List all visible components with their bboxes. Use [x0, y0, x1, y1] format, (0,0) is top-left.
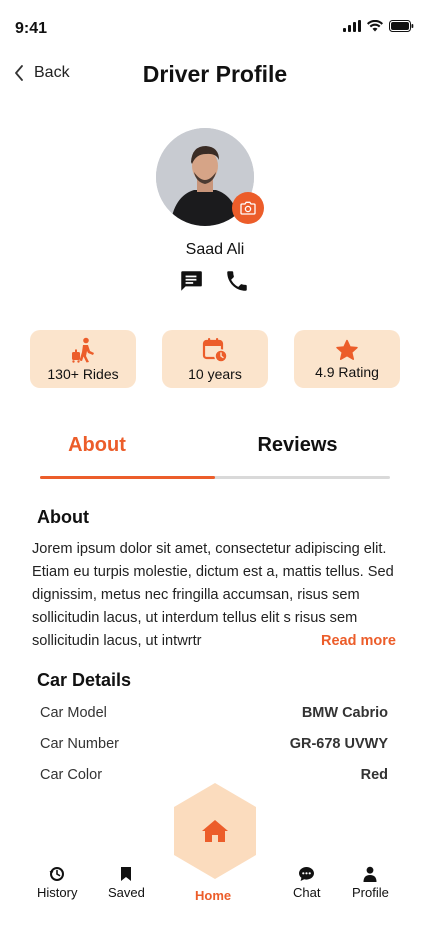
- message-icon[interactable]: [178, 268, 204, 294]
- chat-bubble-icon: [299, 867, 315, 881]
- phone-icon[interactable]: [224, 268, 250, 294]
- change-photo-button[interactable]: [232, 192, 264, 224]
- star-icon: [336, 339, 358, 360]
- car-number-value: GR-678 UVWY: [289, 736, 388, 752]
- wifi-icon: [367, 20, 383, 32]
- bottom-nav: History Saved Home Chat Profile: [0, 866, 430, 906]
- car-detail-row: Car Number GR-678 UVWY: [40, 736, 388, 752]
- history-icon: [49, 867, 65, 881]
- read-more-link[interactable]: Read more: [321, 633, 396, 649]
- stat-experience: 10 years: [162, 330, 268, 388]
- bookmark-icon: [121, 867, 132, 881]
- car-model-label: Car Model: [40, 705, 107, 721]
- nav-history-label: History: [37, 885, 78, 900]
- contact-actions: [178, 268, 250, 294]
- car-model-value: BMW Cabrio: [301, 705, 388, 721]
- stat-rides: 130+ Rides: [30, 330, 136, 388]
- driver-stats: 130+ Rides 10 years 4.9 Rating: [30, 330, 400, 388]
- nav-chat[interactable]: Chat: [293, 866, 320, 900]
- walking-passenger-icon: [72, 337, 94, 363]
- stat-label: 10 years: [188, 365, 242, 382]
- about-heading: About: [37, 507, 89, 527]
- profile-tabs: About Reviews: [40, 430, 390, 480]
- car-number-label: Car Number: [40, 736, 119, 752]
- user-icon: [363, 866, 377, 882]
- nav-home[interactable]: Home: [195, 888, 231, 903]
- nav-saved[interactable]: Saved: [108, 866, 145, 900]
- status-icons: [343, 20, 414, 32]
- stat-label: 4.9 Rating: [315, 363, 379, 380]
- nav-chat-label: Chat: [293, 885, 321, 900]
- tab-about[interactable]: About: [0, 434, 212, 457]
- avatar-container: [156, 128, 264, 226]
- nav-saved-label: Saved: [108, 885, 145, 900]
- signal-icon: [343, 20, 361, 32]
- car-detail-row: Car Model BMW Cabrio: [40, 705, 388, 721]
- page-title: Driver Profile: [142, 61, 288, 87]
- battery-icon: [389, 20, 414, 32]
- calendar-clock-icon: [202, 337, 228, 363]
- camera-icon: [240, 201, 256, 215]
- nav-home-label: Home: [195, 888, 232, 903]
- driver-name: Saad Ali: [185, 241, 245, 258]
- car-details-heading: Car Details: [37, 670, 132, 690]
- stat-label: 130+ Rides: [47, 365, 119, 382]
- car-color-label: Car Color: [40, 767, 103, 783]
- nav-profile[interactable]: Profile: [352, 866, 389, 900]
- car-color-value: Red: [360, 767, 388, 783]
- nav-history[interactable]: History: [37, 866, 77, 900]
- tab-active-indicator: [40, 476, 215, 479]
- tab-reviews[interactable]: Reviews: [215, 434, 380, 457]
- status-time: 9:41: [15, 20, 48, 37]
- header: Back Driver Profile: [0, 56, 430, 96]
- nav-profile-label: Profile: [352, 885, 389, 900]
- car-detail-row: Car Color Red: [40, 767, 388, 783]
- status-bar: 9:41: [0, 0, 430, 56]
- stat-rating: 4.9 Rating: [294, 330, 400, 388]
